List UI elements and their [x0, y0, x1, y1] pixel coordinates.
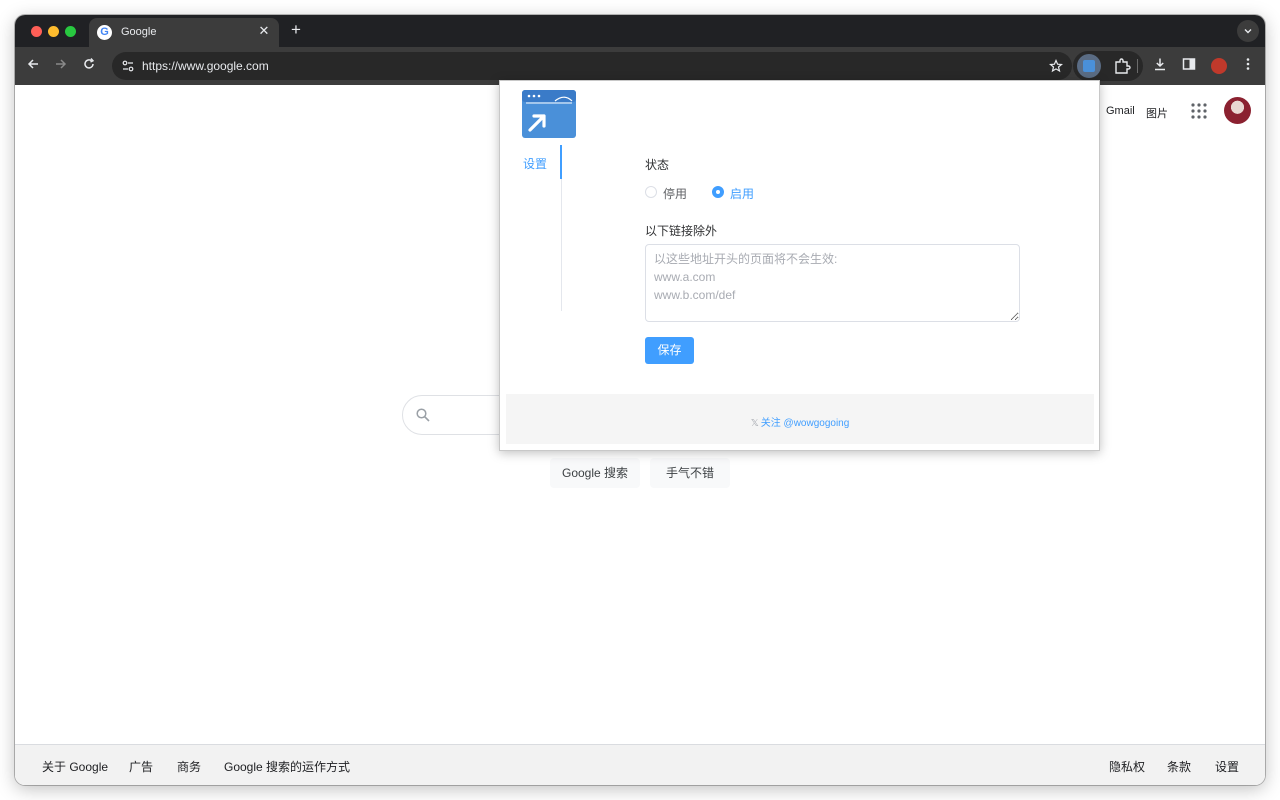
account-avatar[interactable]: [1224, 97, 1251, 124]
popup-footer: 𝕏 关注 @wowgogoing: [506, 394, 1094, 444]
tab-close-icon[interactable]: ✕: [257, 24, 271, 38]
extension-logo-icon: [522, 90, 576, 138]
extensions-group: [1073, 51, 1143, 81]
search-icon: [415, 407, 431, 423]
save-button[interactable]: 保存: [645, 337, 694, 364]
status-label: 状态: [645, 158, 670, 172]
footer-settings-link[interactable]: 设置: [1215, 758, 1239, 775]
google-apps-icon[interactable]: [1190, 102, 1208, 120]
radio-disable-circle[interactable]: [645, 186, 657, 198]
x-logo-icon: 𝕏: [750, 418, 759, 429]
forward-arrow-icon[interactable]: [51, 56, 71, 76]
toolbar-separator: [1137, 59, 1138, 73]
exclude-label: 以下链接除外: [645, 224, 718, 238]
download-icon[interactable]: [1150, 56, 1170, 76]
google-search-button[interactable]: Google 搜索: [550, 458, 640, 488]
extension-active-icon[interactable]: [1077, 54, 1101, 78]
tab-strip: G Google ✕ +: [15, 15, 1265, 47]
tab-search-chevron-icon[interactable]: [1237, 20, 1259, 42]
footer-terms-link[interactable]: 条款: [1167, 758, 1191, 775]
radio-enable-circle[interactable]: [712, 186, 724, 198]
minimize-window-button[interactable]: [48, 26, 59, 37]
menu-kebab-icon[interactable]: [1238, 56, 1258, 76]
gmail-link[interactable]: Gmail: [1106, 105, 1135, 117]
popup-nav-settings[interactable]: 设置: [523, 155, 547, 172]
new-tab-button[interactable]: +: [287, 21, 305, 39]
zoom-window-button[interactable]: [65, 26, 76, 37]
back-arrow-icon[interactable]: [23, 56, 43, 76]
page-footer: 关于 Google 广告 商务 Google 搜索的运作方式 隐私权 条款 设置: [15, 744, 1265, 785]
site-settings-icon[interactable]: [120, 58, 136, 74]
profile-avatar-icon[interactable]: [1211, 58, 1227, 74]
tab-google[interactable]: G Google ✕: [89, 18, 279, 47]
footer-ads-link[interactable]: 广告: [129, 758, 153, 775]
url-text: https://www.google.com: [142, 59, 269, 73]
footer-about-link[interactable]: 关于 Google: [42, 758, 108, 775]
popup-nav-active-indicator: [560, 145, 562, 179]
extensions-puzzle-icon[interactable]: [1111, 55, 1133, 77]
footer-how-search-works-link[interactable]: Google 搜索的运作方式: [224, 758, 350, 775]
extension-popup: 设置 状态 停用 启用 以下链接除外 保存 𝕏关注 @wowgogoing: [499, 80, 1100, 451]
follow-text[interactable]: 关注 @wowgogoing: [761, 418, 850, 429]
radio-disable-label[interactable]: 停用: [663, 185, 687, 202]
address-bar[interactable]: https://www.google.com: [112, 52, 1072, 80]
radio-enable-label[interactable]: 启用: [730, 185, 754, 202]
follow-link[interactable]: 𝕏 关注 @wowgogoing: [506, 414, 1094, 429]
feeling-lucky-button[interactable]: 手气不错: [650, 458, 730, 488]
side-panel-icon[interactable]: [1179, 56, 1199, 76]
reload-icon[interactable]: [79, 56, 99, 76]
bookmark-star-icon[interactable]: [1046, 56, 1066, 76]
images-link[interactable]: 图片: [1146, 105, 1168, 121]
footer-privacy-link[interactable]: 隐私权: [1109, 758, 1145, 775]
footer-business-link[interactable]: 商务: [177, 758, 201, 775]
close-window-button[interactable]: [31, 26, 42, 37]
google-favicon-icon: G: [97, 25, 112, 40]
tab-title: Google: [121, 26, 157, 38]
exclude-urls-textarea[interactable]: [645, 244, 1020, 322]
